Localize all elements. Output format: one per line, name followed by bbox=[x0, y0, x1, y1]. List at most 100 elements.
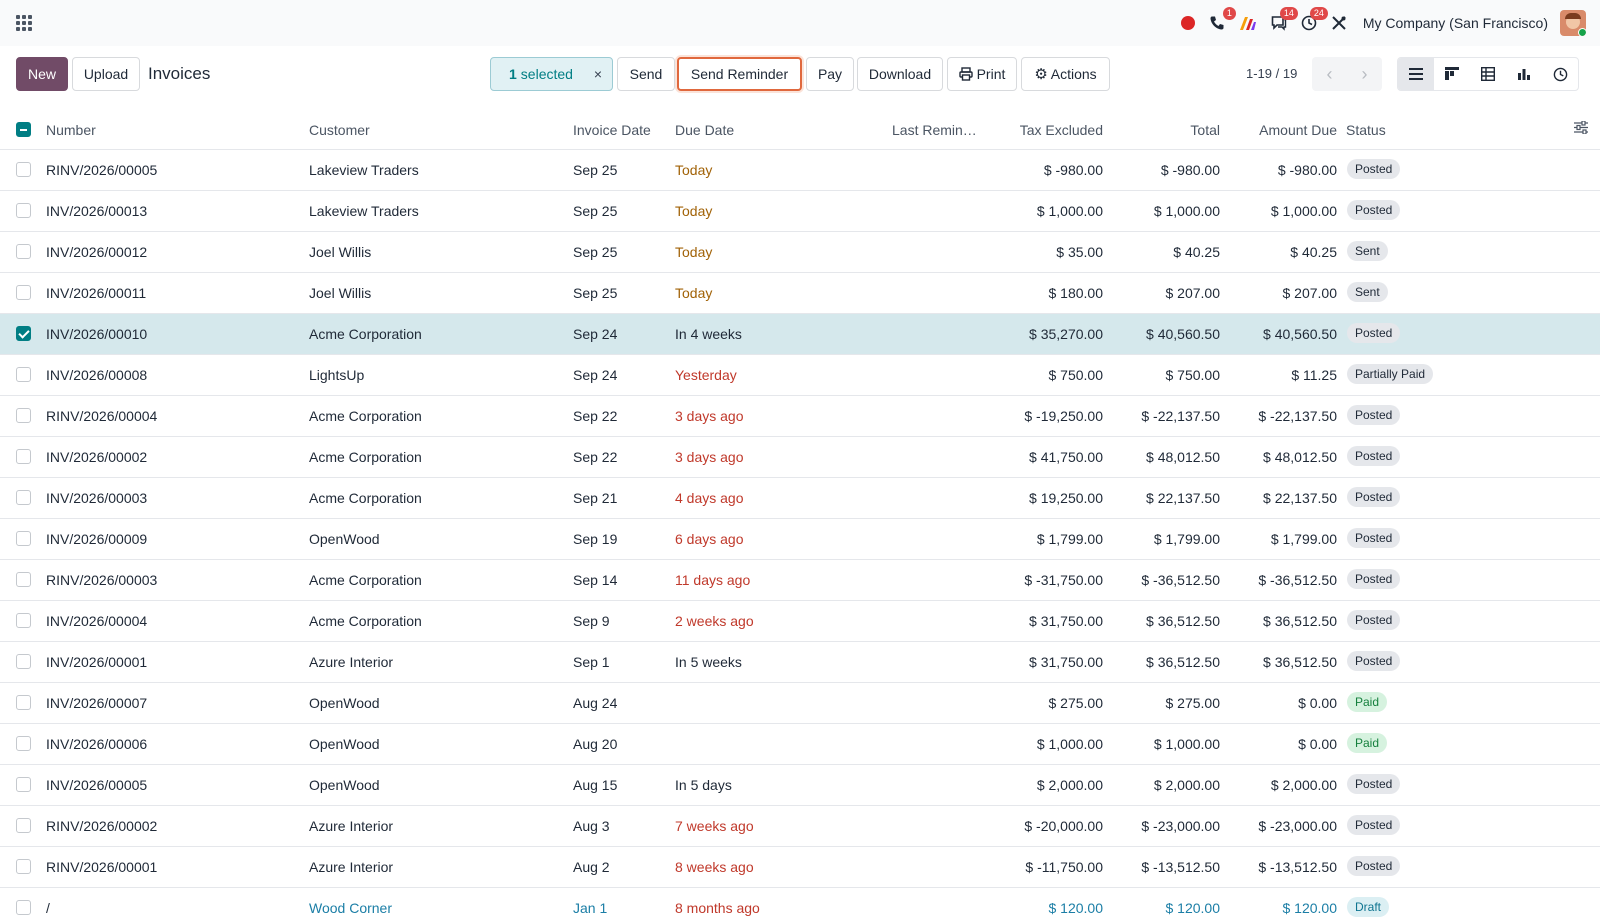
control-panel: New Upload Invoices 1 selected × Send Se… bbox=[0, 50, 1600, 96]
ai-icon[interactable] bbox=[1239, 15, 1257, 31]
pager-value[interactable]: 1-19 / 19 bbox=[1246, 66, 1297, 81]
column-header-number[interactable]: Number bbox=[46, 122, 96, 138]
phone-icon[interactable]: 1 bbox=[1209, 7, 1236, 31]
cell-customer: Acme Corporation bbox=[309, 408, 422, 424]
status-badge: Posted bbox=[1347, 815, 1401, 835]
column-header-due-date[interactable]: Due Date bbox=[675, 122, 734, 138]
upload-button[interactable]: Upload bbox=[72, 57, 140, 91]
table-row[interactable]: INV/2026/00003 Acme Corporation Sep 21 4 da… bbox=[0, 478, 1600, 519]
table-row[interactable]: INV/2026/00008 LightsUp Sep 24 Yesterday $ 7… bbox=[0, 355, 1600, 396]
cell-customer: Lakeview Traders bbox=[309, 162, 419, 178]
row-checkbox[interactable] bbox=[16, 408, 31, 423]
table-row[interactable]: INV/2026/00013 Lakeview Traders Sep 25 Toda… bbox=[0, 191, 1600, 232]
cell-number: RINV/2026/00005 bbox=[46, 162, 158, 178]
table-row[interactable]: / Wood Corner Jan 1 8 months ago $ 120.00 $ 1… bbox=[0, 888, 1600, 923]
row-checkbox[interactable] bbox=[16, 695, 31, 710]
table-row[interactable]: INV/2026/00009 OpenWood Sep 19 6 days ago $ … bbox=[0, 519, 1600, 560]
download-button[interactable]: Download bbox=[857, 57, 943, 91]
recording-icon[interactable] bbox=[1180, 16, 1195, 30]
send-reminder-button[interactable]: Send Reminder bbox=[677, 57, 802, 91]
graph-view-icon[interactable] bbox=[1506, 58, 1542, 90]
select-all-checkbox[interactable] bbox=[16, 122, 31, 137]
table-row[interactable]: INV/2026/00010 Acme Corporation Sep 24 In 4… bbox=[0, 314, 1600, 355]
tools-icon[interactable] bbox=[1331, 15, 1347, 31]
table-row[interactable]: RINV/2026/00005 Lakeview Traders Sep 25 Tod… bbox=[0, 150, 1600, 191]
status-badge: Sent bbox=[1347, 241, 1388, 261]
row-checkbox[interactable] bbox=[16, 900, 31, 915]
table-row[interactable]: RINV/2026/00004 Acme Corporation Sep 22 3 d… bbox=[0, 396, 1600, 437]
row-checkbox[interactable] bbox=[16, 490, 31, 505]
table-row[interactable]: INV/2026/00011 Joel Willis Sep 25 Today $ 18… bbox=[0, 273, 1600, 314]
cell-tax-excluded: $ 35,270.00 bbox=[1029, 326, 1103, 342]
cell-invoice-date: Sep 19 bbox=[573, 531, 618, 547]
row-checkbox[interactable] bbox=[16, 326, 31, 341]
column-settings-icon[interactable] bbox=[1574, 120, 1588, 138]
cell-due-date: Today bbox=[675, 203, 713, 219]
column-header-status[interactable]: Status bbox=[1346, 122, 1386, 138]
activity-view-icon[interactable] bbox=[1542, 58, 1578, 90]
chat-icon[interactable]: 14 bbox=[1271, 7, 1298, 31]
pay-button[interactable]: Pay bbox=[806, 57, 854, 91]
row-checkbox[interactable] bbox=[16, 654, 31, 669]
cell-amount-due: $ -36,512.50 bbox=[1258, 572, 1337, 588]
row-checkbox[interactable] bbox=[16, 613, 31, 628]
cell-total: $ 40,560.50 bbox=[1146, 326, 1220, 342]
cell-tax-excluded: $ 275.00 bbox=[1048, 695, 1104, 711]
table-row[interactable]: RINV/2026/00002 Azure Interior Aug 3 7 week… bbox=[0, 806, 1600, 847]
table-row[interactable]: RINV/2026/00001 Azure Interior Aug 2 8 week… bbox=[0, 847, 1600, 888]
table-row[interactable]: INV/2026/00006 OpenWood Aug 20 $ 1,000.00 $ … bbox=[0, 724, 1600, 765]
column-header-tax-excluded[interactable]: Tax Excluded bbox=[1020, 122, 1103, 138]
invoice-list-table: Number Customer Invoice Date Due Date La… bbox=[0, 110, 1600, 923]
messages-badge: 14 bbox=[1279, 7, 1298, 20]
cell-total: $ 750.00 bbox=[1165, 367, 1221, 383]
chevron-left-icon[interactable]: ‹ bbox=[1312, 57, 1347, 91]
cell-tax-excluded: $ 180.00 bbox=[1048, 285, 1104, 301]
column-header-last-reminder[interactable]: Last Remin… bbox=[892, 122, 977, 138]
table-row[interactable]: INV/2026/00001 Azure Interior Sep 1 In 5 we… bbox=[0, 642, 1600, 683]
row-checkbox[interactable] bbox=[16, 285, 31, 300]
cell-amount-due: $ 0.00 bbox=[1298, 695, 1337, 711]
row-checkbox[interactable] bbox=[16, 818, 31, 833]
clear-selection-icon[interactable]: × bbox=[594, 66, 602, 82]
table-row[interactable]: INV/2026/00002 Acme Corporation Sep 22 3 da… bbox=[0, 437, 1600, 478]
table-row[interactable]: INV/2026/00005 OpenWood Aug 15 In 5 days $ 2… bbox=[0, 765, 1600, 806]
row-checkbox[interactable] bbox=[16, 736, 31, 751]
row-checkbox[interactable] bbox=[16, 162, 31, 177]
list-view-icon[interactable] bbox=[1398, 58, 1434, 90]
row-checkbox[interactable] bbox=[16, 777, 31, 792]
cell-customer: Joel Willis bbox=[309, 285, 372, 301]
row-checkbox[interactable] bbox=[16, 367, 31, 382]
print-button[interactable]: Print bbox=[947, 57, 1017, 91]
column-header-amount-due[interactable]: Amount Due bbox=[1259, 122, 1337, 138]
table-row[interactable]: INV/2026/00012 Joel Willis Sep 25 Today $ 35… bbox=[0, 232, 1600, 273]
table-row[interactable]: RINV/2026/00003 Acme Corporation Sep 14 11 … bbox=[0, 560, 1600, 601]
user-avatar[interactable] bbox=[1560, 10, 1586, 36]
clock-icon[interactable]: 24 bbox=[1301, 7, 1328, 31]
row-checkbox[interactable] bbox=[16, 859, 31, 874]
actions-button[interactable]: ⚙ Actions bbox=[1021, 57, 1110, 91]
kanban-view-icon[interactable] bbox=[1434, 58, 1470, 90]
row-checkbox[interactable] bbox=[16, 572, 31, 587]
table-row[interactable]: INV/2026/00007 OpenWood Aug 24 $ 275.00 $ 27… bbox=[0, 683, 1600, 724]
row-checkbox[interactable] bbox=[16, 449, 31, 464]
new-button[interactable]: New bbox=[16, 57, 68, 91]
cell-invoice-date: Sep 25 bbox=[573, 162, 618, 178]
column-header-total[interactable]: Total bbox=[1190, 122, 1220, 138]
column-header-customer[interactable]: Customer bbox=[309, 122, 370, 138]
cell-invoice-date: Sep 22 bbox=[573, 408, 618, 424]
send-button[interactable]: Send bbox=[617, 57, 675, 91]
column-header-invoice-date[interactable]: Invoice Date bbox=[573, 122, 651, 138]
chevron-right-icon[interactable]: › bbox=[1347, 57, 1382, 91]
row-checkbox[interactable] bbox=[16, 244, 31, 259]
apps-grid-icon[interactable] bbox=[16, 15, 32, 31]
cell-due-date: In 5 days bbox=[675, 777, 732, 793]
table-row[interactable]: INV/2026/00004 Acme Corporation Sep 9 2 wee… bbox=[0, 601, 1600, 642]
row-checkbox[interactable] bbox=[16, 203, 31, 218]
cell-invoice-date: Sep 9 bbox=[573, 613, 610, 629]
cell-customer: OpenWood bbox=[309, 777, 380, 793]
company-switcher[interactable]: My Company (San Francisco) bbox=[1363, 15, 1548, 31]
cell-invoice-date: Sep 25 bbox=[573, 203, 618, 219]
row-checkbox[interactable] bbox=[16, 531, 31, 546]
cell-amount-due: $ 1,799.00 bbox=[1270, 531, 1337, 547]
pivot-view-icon[interactable] bbox=[1470, 58, 1506, 90]
